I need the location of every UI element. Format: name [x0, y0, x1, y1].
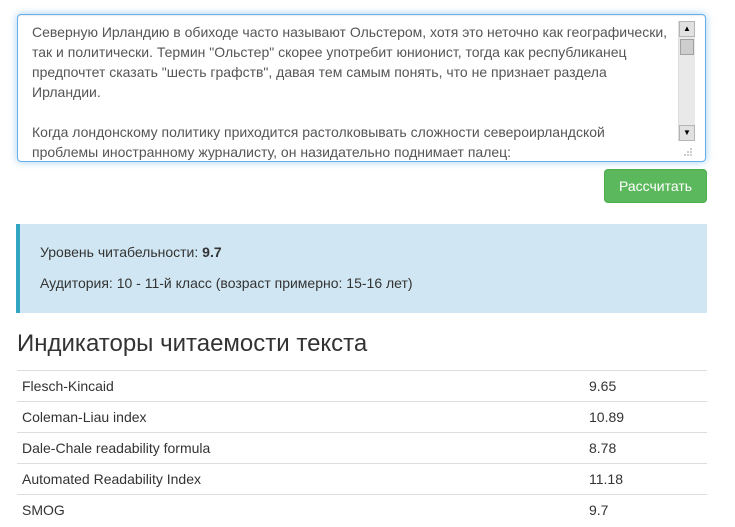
- table-row: SMOG 9.7: [17, 494, 707, 526]
- page: Северную Ирландию в обиходе часто называ…: [0, 0, 735, 527]
- indicators-heading: Индикаторы читаемости текста: [17, 330, 368, 357]
- indicator-name: Flesch-Kincaid: [22, 378, 114, 394]
- scroll-up-arrow-icon[interactable]: ▲: [679, 21, 695, 37]
- scroll-down-arrow-icon[interactable]: ▼: [679, 125, 695, 141]
- textarea-scrollbar[interactable]: ▲ ▼: [678, 21, 695, 141]
- indicators-table: Flesch-Kincaid 9.65 Coleman-Liau index 1…: [17, 370, 707, 526]
- calculate-button[interactable]: Рассчитать: [604, 169, 707, 203]
- indicator-value: 9.7: [589, 502, 609, 519]
- readability-value: 9.7: [202, 244, 222, 260]
- readability-label: Уровень читабельности:: [40, 244, 199, 260]
- table-row: Dale-Chale readability formula 8.78: [17, 432, 707, 464]
- indicator-name: Dale-Chale readability formula: [22, 440, 211, 456]
- indicator-value: 9.65: [589, 378, 617, 394]
- readability-level: Уровень читабельности: 9.7: [40, 244, 222, 260]
- resize-grip-icon[interactable]: [681, 145, 693, 157]
- table-row: Automated Readability Index 11.18: [17, 463, 707, 495]
- indicator-value: 10.89: [589, 409, 625, 425]
- result-info-box: Уровень читабельности: 9.7 Аудитория: 10…: [16, 224, 707, 313]
- text-input-area[interactable]: Северную Ирландию в обиходе часто называ…: [17, 14, 706, 162]
- indicator-value: 8.78: [589, 440, 617, 456]
- table-row: Flesch-Kincaid 9.65: [17, 370, 707, 402]
- indicator-name: SMOG: [22, 502, 65, 519]
- indicator-name: Coleman-Liau index: [22, 409, 147, 425]
- table-row: Coleman-Liau index 10.89: [17, 401, 707, 433]
- text-input-content[interactable]: Северную Ирландию в обиходе часто называ…: [32, 22, 672, 161]
- audience-text: Аудитория: 10 - 11-й класс (возраст прим…: [40, 275, 413, 291]
- indicator-name: Automated Readability Index: [22, 471, 201, 487]
- indicator-value: 11.18: [589, 471, 623, 487]
- scroll-thumb[interactable]: [680, 39, 694, 55]
